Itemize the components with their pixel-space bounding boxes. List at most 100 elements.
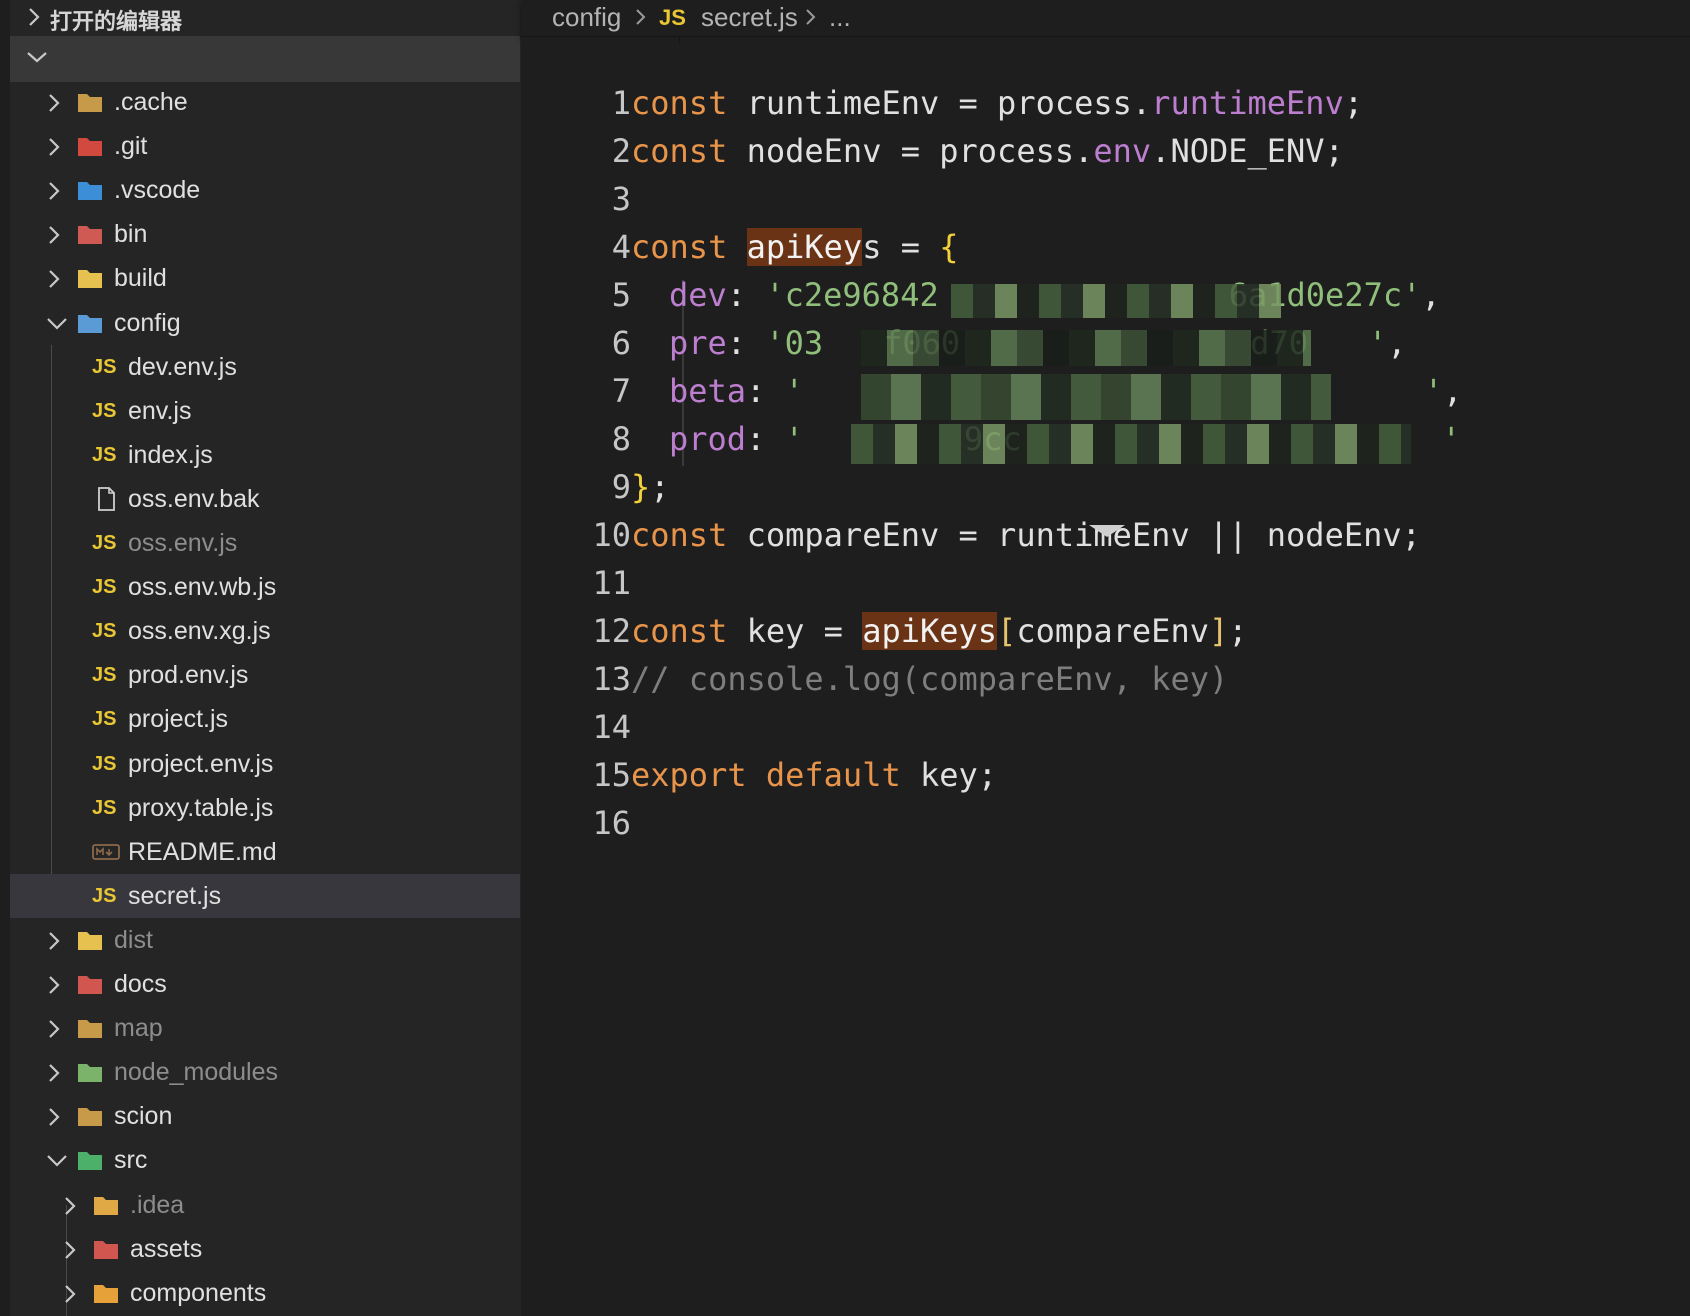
- tree-item[interactable]: scion: [10, 1094, 520, 1138]
- tree-item[interactable]: JS oss.env.js: [10, 521, 520, 565]
- project-folder-header[interactable]: [10, 36, 520, 82]
- line-number: 16: [592, 804, 631, 842]
- js-file-icon: JS: [92, 443, 117, 466]
- idea-folder-icon: [92, 1192, 120, 1218]
- tree-item[interactable]: JS dev.env.js: [10, 345, 520, 389]
- tree-item[interactable]: components: [10, 1271, 520, 1315]
- tree-item[interactable]: bin: [10, 212, 520, 256]
- src-folder-icon: [76, 1147, 104, 1173]
- tree-item[interactable]: node_modules: [10, 1050, 520, 1094]
- tree-item[interactable]: JS oss.env.xg.js: [10, 609, 520, 653]
- tree-item-label: dev.env.js: [128, 352, 237, 381]
- chevron-right-icon: [803, 4, 819, 37]
- chevron-right-icon: [60, 1281, 80, 1314]
- line-number: 2: [611, 132, 631, 170]
- tree-item-label: docs: [114, 970, 167, 998]
- breadcrumb-more[interactable]: ...: [829, 2, 851, 33]
- chevron-right-icon: [44, 90, 64, 123]
- tree-item[interactable]: .git: [10, 124, 520, 168]
- line-number: 14: [592, 708, 631, 746]
- tree-item[interactable]: .idea: [10, 1183, 520, 1227]
- tree-item[interactable]: oss.env.bak: [10, 477, 520, 521]
- chevron-right-icon: [60, 1193, 80, 1226]
- folder-icon: [76, 1015, 104, 1041]
- chevron-right-icon: [44, 266, 64, 299]
- tree-item[interactable]: JS project.js: [10, 697, 520, 741]
- open-editors-section-header[interactable]: 打开的编辑器: [10, 0, 520, 36]
- tree-item-label: src: [114, 1146, 148, 1175]
- chevron-right-icon: [44, 134, 64, 167]
- line-number: 13: [592, 660, 631, 698]
- tree-item-label: project.env.js: [128, 749, 274, 778]
- config-folder-icon: [76, 310, 104, 336]
- chevron-right-icon: [60, 1237, 80, 1270]
- tree-item-label: components: [130, 1278, 267, 1307]
- build-folder-icon: [76, 265, 104, 291]
- tree-item-label: map: [114, 1014, 163, 1043]
- line-number: 8: [611, 420, 631, 458]
- tree-item-label: env.js: [128, 396, 192, 425]
- tree-item-label: index.js: [128, 440, 213, 469]
- line-number: 15: [592, 756, 631, 794]
- js-file-icon: JS: [92, 708, 117, 731]
- tree-item[interactable]: .cache: [10, 80, 520, 124]
- tree-item[interactable]: JS index.js: [10, 433, 520, 477]
- code-editor[interactable]: config JS secret.js ... 1 2 3 4 5 6 7 8 9 10 11 12 1…: [521, 0, 1690, 1316]
- line-number-gutter: 1 2 3 4 5 6 7 8 9 10 11 12 13 14 15 16: [521, 37, 679, 1316]
- tree-item-label: assets: [130, 1234, 203, 1263]
- line-number: 11: [592, 564, 631, 602]
- markdown-file-icon: [92, 839, 120, 865]
- tree-item-label: .idea: [130, 1190, 185, 1219]
- tree-item-label: oss.env.xg.js: [128, 617, 271, 646]
- open-editors-title: 打开的编辑器: [50, 9, 183, 34]
- code-area[interactable]: [680, 37, 1690, 1316]
- chevron-right-icon: [24, 4, 44, 36]
- chevron-right-icon: [44, 1060, 64, 1093]
- breadcrumb-file[interactable]: secret.js: [701, 2, 798, 33]
- js-file-icon: JS: [92, 355, 117, 378]
- tree-item[interactable]: .vscode: [10, 168, 520, 212]
- breadcrumb-folder[interactable]: config: [552, 2, 621, 33]
- chevron-down-icon: [44, 311, 70, 342]
- folder-icon: [76, 1103, 104, 1129]
- js-file-icon: JS: [92, 532, 117, 554]
- tree-item[interactable]: JS secret.js: [10, 873, 520, 918]
- tree-item[interactable]: config: [10, 301, 520, 345]
- chevron-down-icon: [44, 1148, 70, 1179]
- tree-item-label: README.md: [128, 837, 277, 866]
- tree-item-label: oss.env.wb.js: [128, 573, 277, 602]
- tree-item[interactable]: JS env.js: [10, 389, 520, 433]
- js-file-icon: JS: [92, 399, 117, 422]
- docs-folder-icon: [76, 971, 104, 997]
- tree-item[interactable]: JS oss.env.wb.js: [10, 565, 520, 609]
- tree-item[interactable]: assets: [10, 1227, 520, 1271]
- js-file-icon: JS: [92, 796, 117, 819]
- tree-item[interactable]: JS proxy.table.js: [10, 786, 520, 830]
- tree-item-label: config: [114, 308, 181, 337]
- tree-item[interactable]: JS project.env.js: [10, 742, 520, 786]
- tree-item[interactable]: docs: [10, 962, 520, 1006]
- dist-folder-icon: [76, 927, 104, 953]
- vscode-folder-icon: [76, 177, 104, 203]
- tree-item[interactable]: src: [10, 1138, 520, 1182]
- chevron-right-icon: [44, 222, 64, 255]
- line-number: 12: [592, 612, 631, 650]
- js-file-icon: JS: [92, 664, 117, 687]
- js-file-icon: JS: [92, 620, 117, 643]
- file-icon: [92, 486, 120, 512]
- tree-item[interactable]: JS prod.env.js: [10, 653, 520, 697]
- chevron-right-icon: [44, 1016, 64, 1049]
- tree-item[interactable]: build: [10, 256, 520, 300]
- tree-item[interactable]: map: [10, 1006, 520, 1050]
- tree-item[interactable]: dist: [10, 918, 520, 962]
- js-file-icon: JS: [92, 752, 117, 775]
- chevron-right-icon: [44, 178, 64, 211]
- tree-item[interactable]: README.md: [10, 830, 520, 874]
- tree-item-label: scion: [114, 1102, 173, 1131]
- explorer-sidebar: 打开的编辑器 .cache .git .vscode bin build config JS…: [0, 0, 520, 1316]
- tree-item-label: .cache: [114, 88, 188, 116]
- tree-item-label: node_modules: [114, 1058, 279, 1087]
- activity-strip: [0, 0, 10, 1316]
- chevron-right-icon: [44, 1104, 64, 1137]
- line-number: 9: [611, 468, 631, 506]
